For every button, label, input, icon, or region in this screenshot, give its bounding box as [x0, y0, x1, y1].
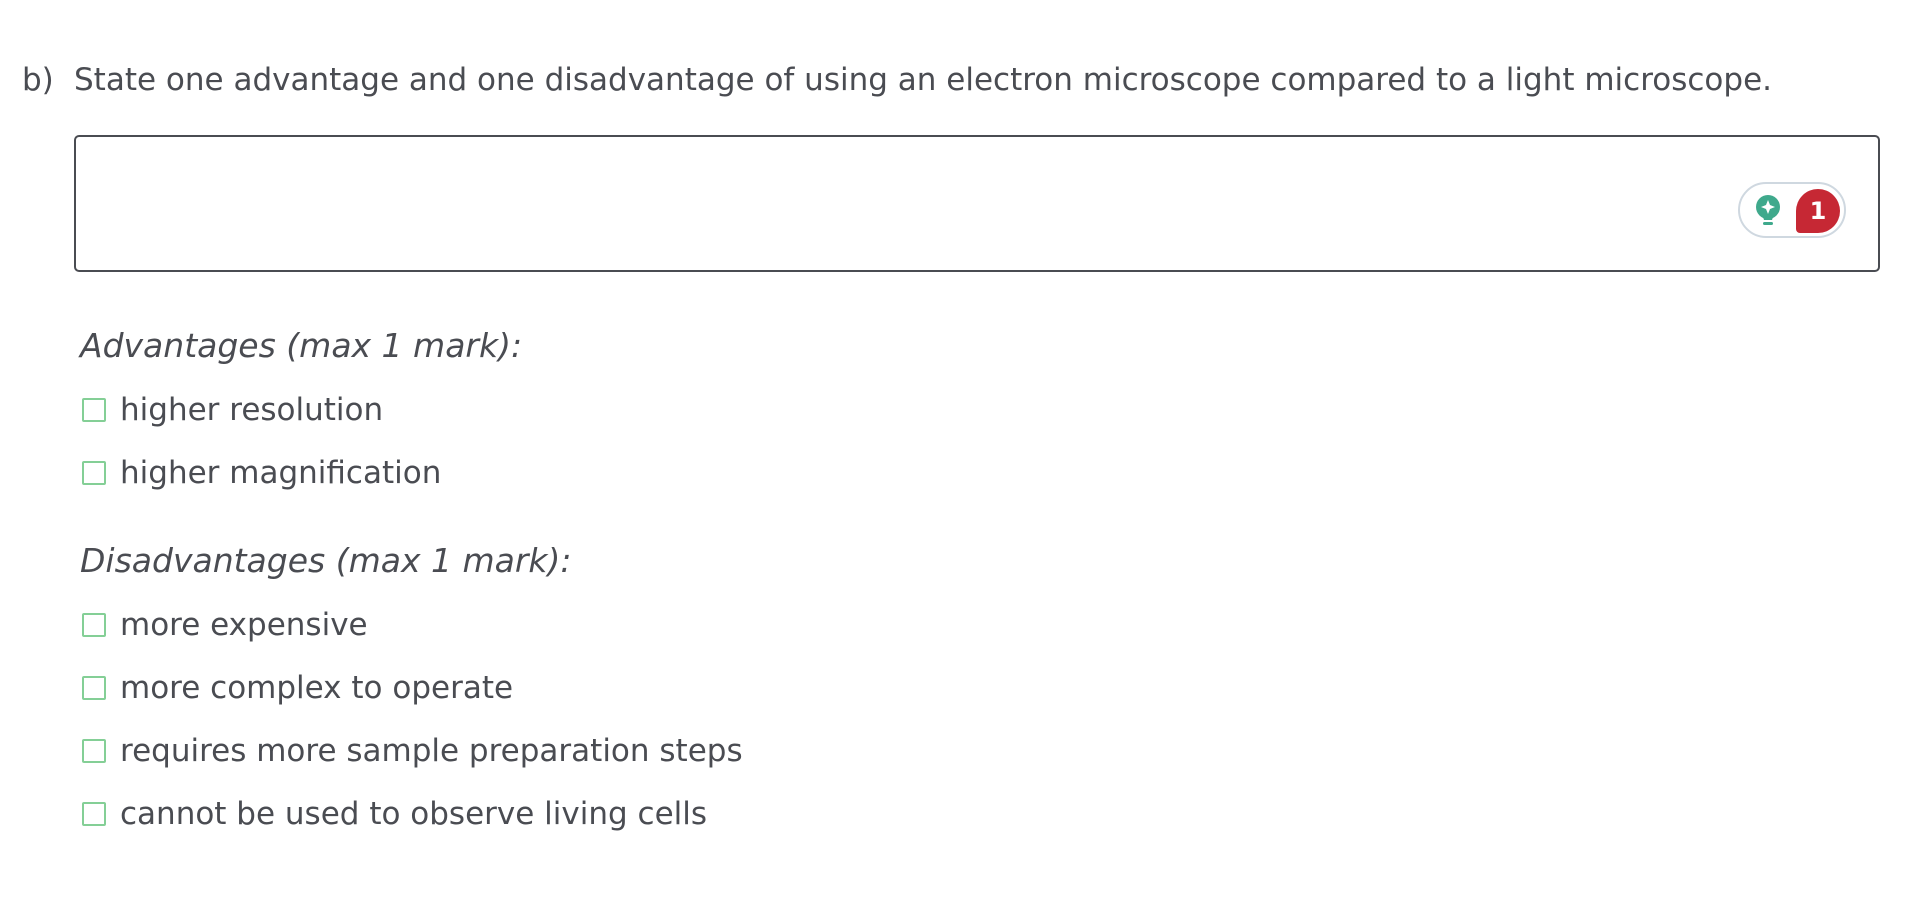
lightbulb-sparkle-icon — [1756, 195, 1780, 225]
advantage-label: higher resolution — [120, 392, 384, 428]
disadvantage-item[interactable]: requires more sample preparation steps — [82, 731, 743, 771]
disadvantage-label: cannot be used to observe living cells — [120, 796, 708, 832]
question-text: b) State one advantage and one disadvanta… — [22, 58, 1772, 102]
advantages-subtitle: (max 1 mark): — [286, 326, 523, 365]
checkbox[interactable] — [82, 398, 106, 422]
disadvantage-item[interactable]: more expensive — [82, 605, 368, 645]
disadvantages-title: Disadvantages — [80, 541, 326, 580]
checkbox[interactable] — [82, 676, 106, 700]
advantage-item[interactable]: higher resolution — [82, 390, 383, 430]
disadvantage-label: requires more sample preparation steps — [120, 733, 743, 769]
advantages-heading: Advantages (max 1 mark): — [80, 324, 522, 368]
checkbox[interactable] — [82, 739, 106, 763]
checkbox[interactable] — [82, 613, 106, 637]
disadvantage-item[interactable]: more complex to operate — [82, 668, 513, 708]
disadvantages-heading: Disadvantages (max 1 mark): — [80, 539, 572, 583]
checkbox[interactable] — [82, 802, 106, 826]
question-prompt: State one advantage and one disadvantage… — [74, 62, 1772, 98]
advantages-title: Advantages — [80, 326, 276, 365]
question-label: b) — [22, 62, 54, 98]
disadvantages-subtitle: (max 1 mark): — [335, 541, 572, 580]
disadvantage-label: more expensive — [120, 607, 368, 643]
advantage-item[interactable]: higher magnification — [82, 453, 441, 493]
answer-input[interactable]: 1 — [74, 135, 1880, 272]
hint-count-badge: 1 — [1796, 189, 1840, 233]
disadvantage-label: more complex to operate — [120, 670, 514, 706]
disadvantage-item[interactable]: cannot be used to observe living cells — [82, 794, 707, 834]
checkbox[interactable] — [82, 461, 106, 485]
hint-button[interactable]: 1 — [1738, 182, 1846, 238]
advantage-label: higher magnification — [120, 455, 442, 491]
